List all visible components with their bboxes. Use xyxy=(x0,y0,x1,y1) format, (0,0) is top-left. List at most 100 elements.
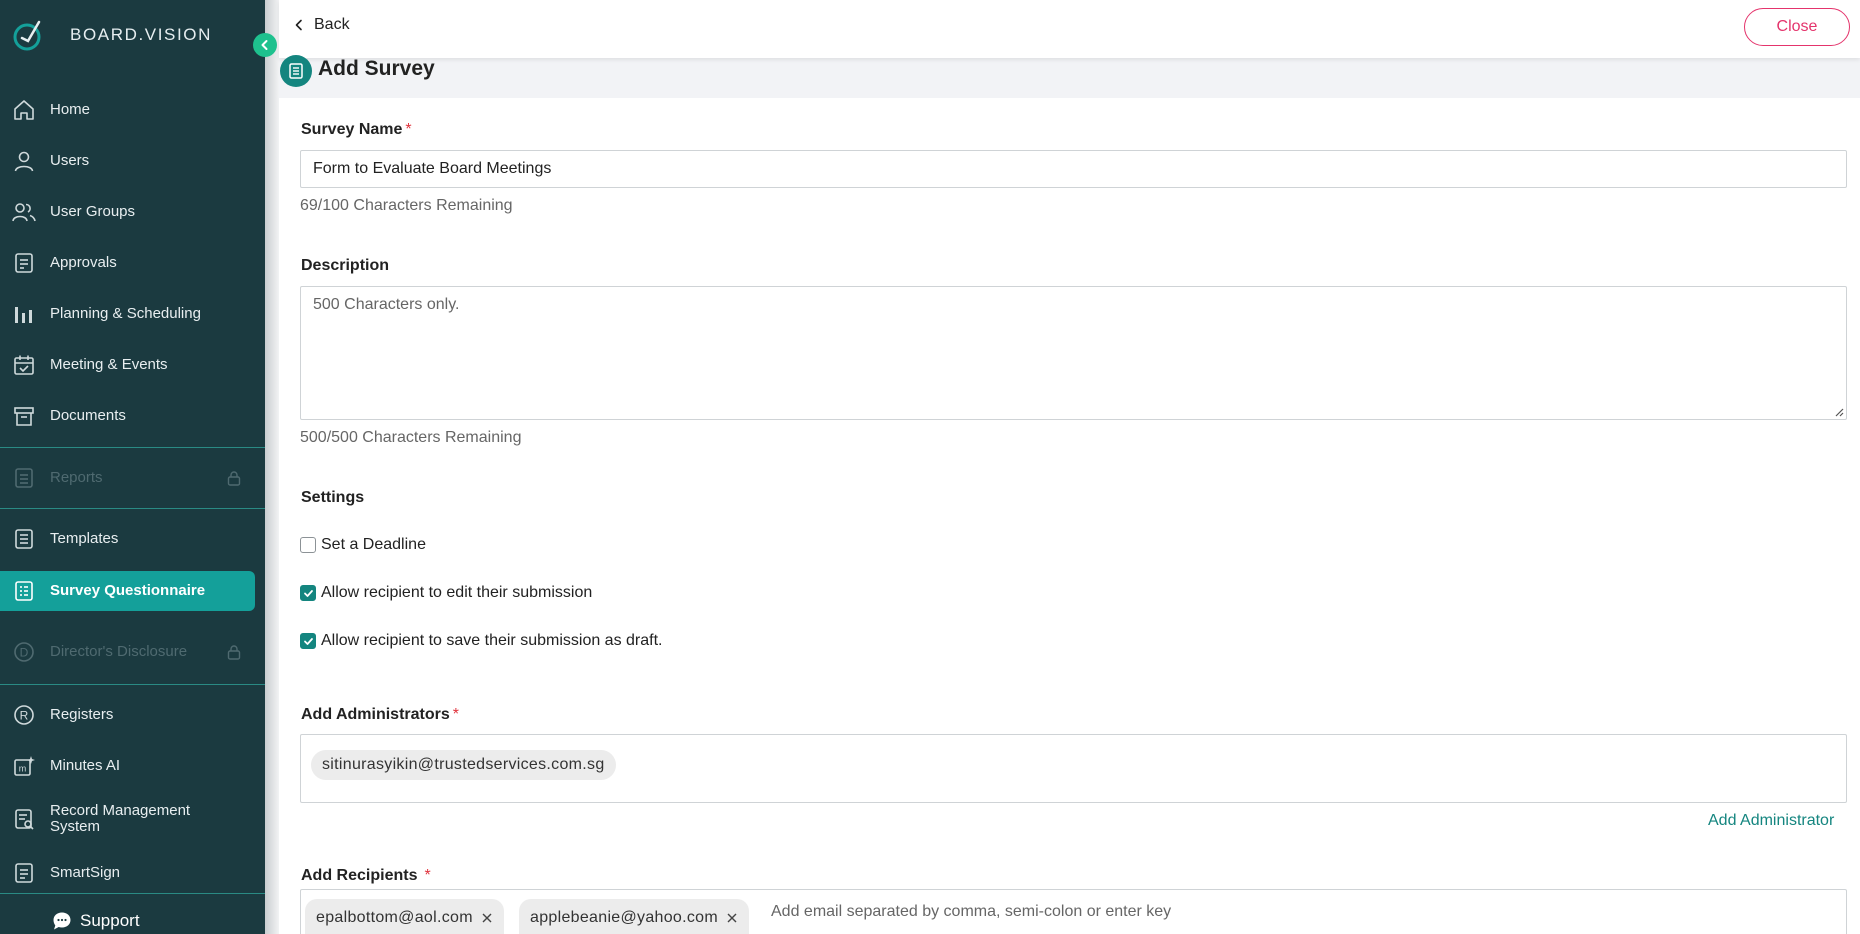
sidebar-item-meeting-events[interactable]: Meeting & Events xyxy=(0,345,265,385)
remove-icon[interactable] xyxy=(481,912,493,924)
sidebar-item-users[interactable]: Users xyxy=(0,141,265,181)
sidebar-item-record-management[interactable]: Record Management System xyxy=(0,797,265,841)
recipient-chip[interactable]: applebeanie@yahoo.com xyxy=(519,899,750,934)
allow-draft-option[interactable]: Allow recipient to save their submission… xyxy=(300,632,662,650)
svg-text:D: D xyxy=(20,646,29,660)
chip-label: sitinurasyikin@trustedservices.com.sg xyxy=(322,756,605,773)
svg-text:m: m xyxy=(19,764,27,774)
chevron-left-icon xyxy=(295,19,302,31)
survey-name-label: Survey Name * xyxy=(301,121,412,138)
add-recipients-label: Add Recipients * xyxy=(301,867,431,884)
brand-name: BOARD.VISION xyxy=(70,25,213,44)
home-icon xyxy=(12,98,36,122)
sidebar-item-label: Minutes AI xyxy=(50,757,121,774)
sidebar-item-home[interactable]: Home xyxy=(0,90,265,130)
report-icon xyxy=(12,466,36,490)
support-label: Support xyxy=(80,911,140,930)
survey-name-value: Form to Evaluate Board Meetings xyxy=(313,160,552,177)
support-button[interactable]: Support xyxy=(52,911,140,931)
description-label: Description xyxy=(301,257,390,274)
required-marker: * xyxy=(424,867,431,884)
survey-icon xyxy=(12,579,36,603)
archive-icon xyxy=(12,404,36,428)
sidebar-divider xyxy=(0,447,265,448)
required-marker: * xyxy=(452,706,459,723)
template-icon xyxy=(12,527,36,551)
brand[interactable]: BOARD.VISION xyxy=(12,18,212,52)
sidebar-item-label: Approvals xyxy=(50,254,117,271)
sidebar-divider xyxy=(0,508,265,509)
checkmark-icon xyxy=(303,589,313,597)
disclosure-icon: D xyxy=(12,640,36,664)
close-button[interactable]: Close xyxy=(1744,8,1850,46)
sidebar-item-smartsign[interactable]: SmartSign xyxy=(0,853,265,893)
sidebar-item-label: Templates xyxy=(50,530,119,547)
sidebar-item-approvals[interactable]: Approvals xyxy=(0,243,265,283)
sidebar-item-label: Survey Questionnaire xyxy=(50,582,206,599)
user-icon xyxy=(12,149,36,173)
users-icon xyxy=(12,200,36,224)
sidebar-item-registers[interactable]: R Registers xyxy=(0,695,265,735)
back-label: Back xyxy=(314,16,350,33)
svg-text:R: R xyxy=(20,709,29,723)
sidebar: BOARD.VISION Home Users User Groups Appr… xyxy=(0,0,265,934)
sidebar-item-user-groups[interactable]: User Groups xyxy=(0,192,265,232)
description-placeholder: 500 Characters only. xyxy=(313,296,460,313)
chevron-left-icon xyxy=(261,40,268,50)
sidebar-item-label: Record Management System xyxy=(50,802,191,835)
option-label: Set a Deadline xyxy=(321,536,426,553)
sidebar-item-label: Planning & Scheduling xyxy=(50,305,201,322)
set-deadline-option[interactable]: Set a Deadline xyxy=(300,536,426,554)
sidebar-item-label: Registers xyxy=(50,706,114,723)
administrator-chip[interactable]: sitinurasyikin@trustedservices.com.sg xyxy=(311,750,616,780)
sidebar-item-minutes-ai[interactable]: m Minutes AI xyxy=(0,746,265,786)
resize-handle-icon[interactable] xyxy=(1834,407,1844,417)
recipient-chip[interactable]: epalbottom@aol.com xyxy=(305,899,504,934)
collapse-sidebar-button[interactable] xyxy=(253,33,277,57)
sidebar-item-reports: Reports xyxy=(0,458,265,498)
option-label: Allow recipient to edit their submission xyxy=(321,584,593,601)
survey-title-icon xyxy=(280,55,312,87)
sidebar-item-label: Home xyxy=(50,101,91,118)
sidebar-item-directors-disclosure: D Director's Disclosure xyxy=(0,632,265,672)
recipients-placeholder: Add email separated by comma, semi-colon… xyxy=(771,903,1172,920)
option-label: Allow recipient to save their submission… xyxy=(321,632,663,649)
allow-edit-checkbox[interactable] xyxy=(300,585,316,601)
description-counter: 500/500 Characters Remaining xyxy=(300,429,522,446)
chip-label: epalbottom@aol.com xyxy=(316,909,473,926)
set-deadline-checkbox[interactable] xyxy=(300,537,316,553)
remove-icon[interactable] xyxy=(726,912,738,924)
sidebar-shadow xyxy=(265,0,279,934)
sidebar-item-survey-questionnaire[interactable]: Survey Questionnaire xyxy=(0,571,255,611)
survey-name-input[interactable]: Form to Evaluate Board Meetings xyxy=(300,150,1847,188)
add-administrators-label: Add Administrators * xyxy=(301,706,459,723)
settings-label: Settings xyxy=(301,489,365,506)
calendar-check-icon xyxy=(12,353,36,377)
allow-edit-option[interactable]: Allow recipient to edit their submission xyxy=(300,584,592,602)
registered-icon: R xyxy=(12,703,36,727)
sidebar-item-documents[interactable]: Documents xyxy=(0,396,265,436)
sidebar-item-label: SmartSign xyxy=(50,864,121,881)
checkmark-icon xyxy=(303,637,313,645)
chip-label: applebeanie@yahoo.com xyxy=(530,909,719,926)
lock-icon xyxy=(227,645,241,660)
sidebar-item-label: User Groups xyxy=(50,203,136,220)
lock-icon xyxy=(227,471,241,486)
add-administrator-link[interactable]: Add Administrator xyxy=(1708,812,1834,830)
sidebar-item-label: Director's Disclosure xyxy=(50,643,188,660)
top-bar: Back Close xyxy=(279,0,1860,58)
approvals-icon xyxy=(12,251,36,275)
chat-bubble-icon xyxy=(53,912,71,930)
description-textarea[interactable]: 500 Characters only. xyxy=(300,286,1847,420)
back-button[interactable]: Back xyxy=(294,16,350,34)
smartsign-icon xyxy=(12,861,36,885)
board-vision-logo-icon xyxy=(13,20,41,51)
minutes-ai-icon: m xyxy=(12,754,36,778)
allow-draft-checkbox[interactable] xyxy=(300,633,316,649)
sidebar-divider xyxy=(0,893,265,894)
sidebar-item-templates[interactable]: Templates xyxy=(0,519,265,559)
record-icon xyxy=(12,807,36,831)
sidebar-item-label: Reports xyxy=(50,469,103,486)
sidebar-item-planning-scheduling[interactable]: Planning & Scheduling xyxy=(0,294,265,334)
required-marker: * xyxy=(405,121,412,138)
